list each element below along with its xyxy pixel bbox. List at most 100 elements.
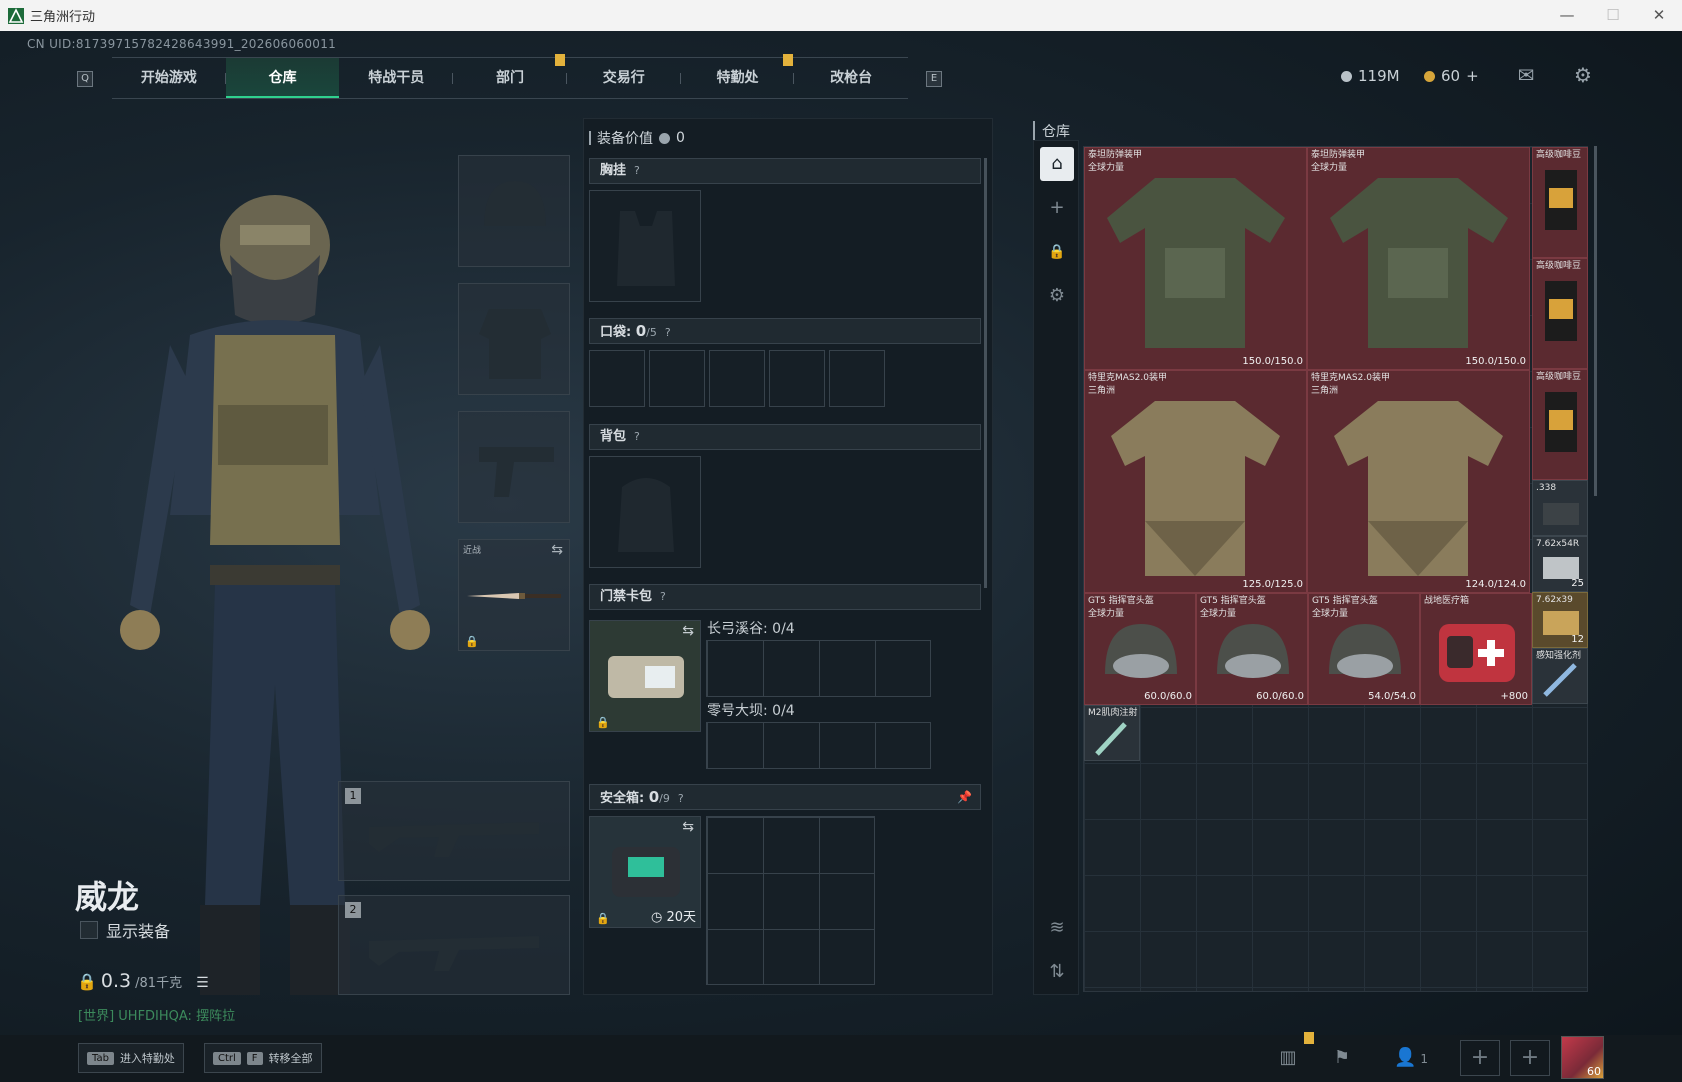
armor-slot[interactable] [458, 283, 570, 395]
weight-value: 0.3 [100, 970, 132, 992]
help-icon[interactable]: ? [634, 425, 640, 449]
melee-slot[interactable]: 近战 ⇆ 🔒 [458, 539, 570, 651]
pistol-slot[interactable] [458, 411, 570, 523]
coffee-item[interactable]: 高级咖啡豆 [1532, 258, 1588, 369]
helmet-slot[interactable] [458, 155, 570, 267]
loadout-scrollbar[interactable] [984, 158, 987, 588]
pin-icon[interactable]: 📌 [957, 785, 972, 809]
equipment-value: 装备价值 0 [589, 128, 685, 148]
coffee-item[interactable]: 高级咖啡豆 [1532, 369, 1588, 480]
coin-amount: 119M [1358, 67, 1400, 85]
add-currency-button[interactable]: + [1466, 67, 1479, 85]
item-durability: 125.0/125.0 [1242, 579, 1303, 590]
help-icon[interactable]: ? [665, 321, 671, 345]
add-teammate-button[interactable]: + [1510, 1040, 1550, 1076]
tab-trade[interactable]: 交易行 [567, 58, 681, 98]
layers-icon[interactable]: ≋ [1040, 911, 1074, 945]
coffee-bag-icon [1545, 170, 1577, 230]
safebox-count: 0 [648, 788, 660, 806]
pocket-slot[interactable] [649, 350, 705, 407]
minimize-button[interactable]: — [1544, 0, 1590, 31]
armor-item[interactable]: 特里克MAS2.0装甲 三角洲 125.0/125.0 [1084, 370, 1307, 593]
stats-chart-icon[interactable]: ▥ [1268, 1043, 1308, 1073]
safebox-slot[interactable]: ⇆ 🔒 ◷ 20天 [589, 816, 701, 928]
backpack-label: 背包 [600, 429, 627, 444]
keycard-case-header: 门禁卡包? [589, 584, 981, 610]
ammo-item[interactable]: 7.62x54R 25 [1532, 536, 1588, 592]
settings-gear-icon[interactable]: ⚙ [1570, 64, 1596, 86]
tab-special-ops[interactable]: 特勤处 [681, 58, 795, 98]
pocket-slot[interactable] [769, 350, 825, 407]
lock-icon: 🔒 [596, 912, 610, 925]
backpack-slot[interactable] [589, 456, 701, 568]
coffee-item[interactable]: 高级咖啡豆 [1532, 147, 1588, 258]
rifle-placeholder-icon [369, 822, 539, 857]
warehouse-scrollbar[interactable] [1594, 146, 1597, 496]
nav-next-key[interactable]: E [926, 71, 942, 87]
swap-icon[interactable]: ⇆ [682, 623, 694, 639]
add-page-icon[interactable]: + [1040, 191, 1074, 225]
pocket-slot[interactable] [829, 350, 885, 407]
medkit-item[interactable]: 战地医疗箱 +800 [1420, 593, 1532, 705]
longbow-key-grid[interactable] [706, 640, 931, 697]
body-armor-icon [1330, 178, 1508, 348]
armor-item[interactable]: 特里克MAS2.0装甲 三角洲 124.0/124.0 [1307, 370, 1530, 593]
f-key: F [246, 1051, 263, 1065]
helmet-item[interactable]: GT5 指挥官头盔 全球力量 60.0/60.0 [1084, 593, 1196, 705]
primary-weapon-slot-1[interactable]: 1 [338, 781, 570, 881]
settings-gear-icon[interactable]: ⚙ [1040, 279, 1074, 313]
tab-department[interactable]: 部门 [453, 58, 567, 98]
sort-icon[interactable]: ⇅ [1040, 955, 1074, 989]
armor-item[interactable]: 泰坦防弹装甲 全球力量 150.0/150.0 [1084, 147, 1307, 370]
lock-icon: 🔒 [596, 716, 610, 729]
help-icon[interactable]: ? [678, 787, 684, 811]
pocket-slot[interactable] [709, 350, 765, 407]
ammo-item[interactable]: 7.62x39 12 [1532, 592, 1588, 648]
safebox-header: 安全箱: 0/9? 📌 [589, 784, 981, 810]
coffee-bag-icon [1545, 392, 1577, 452]
add-teammate-button[interactable]: + [1460, 1040, 1500, 1076]
friends-icon[interactable]: 👤 1 [1386, 1043, 1436, 1073]
stimulant-item[interactable]: 感知强化剂 [1532, 648, 1588, 704]
show-equipment-checkbox[interactable] [80, 921, 98, 939]
pockets-max: /5 [646, 326, 657, 339]
nav-prev-key[interactable]: Q [77, 71, 93, 87]
flag-icon[interactable]: ⚑ [1322, 1043, 1362, 1073]
armor-item[interactable]: 泰坦防弹装甲 全球力量 150.0/150.0 [1307, 147, 1530, 370]
pocket-slot[interactable] [589, 350, 645, 407]
item-durability: 150.0/150.0 [1465, 356, 1526, 367]
tab-start-game[interactable]: 开始游戏 [112, 58, 226, 98]
helmet-item[interactable]: GT5 指挥官头盔 全球力量 60.0/60.0 [1196, 593, 1308, 705]
enter-special-ops-hint[interactable]: Tab 进入特勤处 [78, 1043, 184, 1073]
ammo-item[interactable]: .338 [1532, 480, 1588, 536]
zero-dam-key-grid[interactable] [706, 722, 931, 769]
world-chat-line[interactable]: [世界] UHFDIHQA: 摆阵拉 [78, 1005, 235, 1024]
injector-item[interactable]: M2肌肉注射 [1084, 705, 1140, 761]
weight-list-icon[interactable]: ☰ [196, 975, 209, 991]
item-durability: 124.0/124.0 [1465, 579, 1526, 590]
player-avatar[interactable]: 60 [1561, 1036, 1604, 1079]
keycard-case-slot[interactable]: ⇆ 🔒 [589, 620, 701, 732]
close-button[interactable]: ✕ [1636, 0, 1682, 31]
safebox-grid[interactable] [706, 816, 875, 985]
lock-icon[interactable]: 🔒 [1040, 235, 1074, 269]
warehouse-home-icon[interactable]: ⌂ [1040, 147, 1074, 181]
swap-icon[interactable]: ⇆ [682, 819, 694, 835]
item-quantity: 12 [1571, 634, 1584, 645]
help-icon[interactable]: ? [634, 159, 640, 183]
helmet-item[interactable]: GT5 指挥官头盔 全球力量 54.0/54.0 [1308, 593, 1420, 705]
tab-operators[interactable]: 特战干员 [339, 58, 453, 98]
enter-special-ops-label: 进入特勤处 [119, 1052, 175, 1065]
maximize-button[interactable]: ☐ [1590, 0, 1636, 31]
tab-gunsmith[interactable]: 改枪台 [794, 58, 908, 98]
item-durability: 150.0/150.0 [1242, 356, 1303, 367]
backpack-header: 背包? [589, 424, 981, 450]
primary-weapon-slot-2[interactable]: 2 [338, 895, 570, 995]
show-equipment-toggle[interactable]: 显示装备 [80, 918, 170, 942]
tab-warehouse[interactable]: 仓库 [225, 58, 340, 98]
item-durability: 54.0/54.0 [1368, 691, 1416, 702]
chest-rig-slot[interactable] [589, 190, 701, 302]
help-icon[interactable]: ? [660, 585, 666, 609]
mail-icon[interactable]: ✉ [1513, 64, 1539, 86]
transfer-all-hint[interactable]: Ctrl F 转移全部 [204, 1043, 322, 1073]
